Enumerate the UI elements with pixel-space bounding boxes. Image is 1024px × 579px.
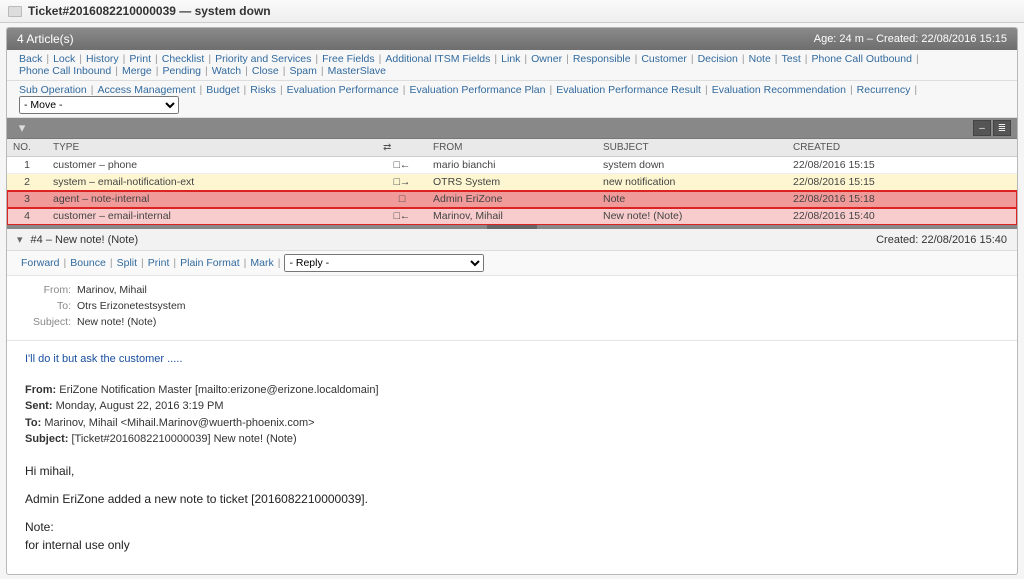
toolbar-watch[interactable]: Watch [208,65,245,77]
body-greeting: Hi mihail, [25,462,999,480]
article-action-bounce[interactable]: Bounce [66,257,110,269]
col-subject[interactable]: SUBJECT [597,139,787,157]
q-subj: [Ticket#2016082210000039] New note! (Not… [71,433,296,445]
grip-icon [487,225,537,229]
toolbar-responsible[interactable]: Responsible [569,53,635,65]
toolbar-checklist[interactable]: Checklist [158,53,209,65]
col-from[interactable]: FROM [427,139,597,157]
toolbar-sub-operation[interactable]: Sub Operation [15,84,91,96]
ticket-toolbar-1: Back | Lock | History | Print | Checklis… [7,50,1017,81]
filter-row: ▾ – ≣ [7,118,1017,139]
ticket-card: 4 Article(s) Age: 24 m – Created: 22/08/… [6,27,1018,575]
q-subj-lbl: Subject: [25,433,68,445]
q-to: Marinov, Mihail <Mihail.Marinov@wuerth-p… [44,417,314,429]
move-select[interactable]: - Move - [19,96,179,114]
article-count: 4 Article(s) [17,32,74,46]
toolbar-priority-and-services[interactable]: Priority and Services [211,53,315,65]
col-created[interactable]: CREATED [787,139,1017,157]
meta-from: Marinov, Mihail [77,284,147,296]
card-header: 4 Article(s) Age: 24 m – Created: 22/08/… [7,28,1017,50]
article-body: I'll do it but ask the customer ..... Fr… [7,341,1017,574]
article-action-mark[interactable]: Mark [246,257,277,269]
filter-icon[interactable]: ▾ [13,120,31,136]
meta-subject: New note! (Note) [77,316,156,328]
col-dir[interactable]: ⇄ [377,139,427,157]
toolbar-recurrency[interactable]: Recurrency [853,84,915,96]
collapse-button[interactable]: – [973,120,991,136]
window-title-text: Ticket#2016082210000039 — system down [28,4,271,18]
reply-select[interactable]: - Reply - [284,254,484,272]
toolbar-back[interactable]: Back [15,53,46,65]
toolbar-test[interactable]: Test [778,53,805,65]
toolbar-access-management[interactable]: Access Management [93,84,199,96]
toolbar-owner[interactable]: Owner [527,53,566,65]
q-from: EriZone Notification Master [mailto:eriz… [59,384,378,396]
meta-from-label: From: [21,284,71,296]
article-view-created: Created: 22/08/2016 15:40 [876,234,1007,246]
q-sent-lbl: Sent: [25,400,53,412]
q-sent: Monday, August 22, 2016 3:19 PM [56,400,224,412]
body-intro: I'll do it but ask the customer ..... [25,351,999,368]
article-action-split[interactable]: Split [113,257,141,269]
article-action-plain-format[interactable]: Plain Format [176,257,244,269]
articles-table: NO. TYPE ⇄ FROM SUBJECT CREATED 1custome… [7,139,1017,225]
toolbar-merge[interactable]: Merge [118,65,156,77]
toolbar-evaluation-performance-result[interactable]: Evaluation Performance Result [552,84,705,96]
table-row[interactable]: 1customer – phone□←mario bianchisystem d… [7,157,1017,174]
toolbar-decision[interactable]: Decision [694,53,742,65]
toolbar-customer[interactable]: Customer [637,53,691,65]
toolbar-phone-call-inbound[interactable]: Phone Call Inbound [15,65,115,77]
q-from-lbl: From: [25,384,56,396]
window-titlebar: Ticket#2016082210000039 — system down [0,0,1024,23]
toolbar-note[interactable]: Note [745,53,775,65]
body-note-body: for internal use only [25,538,130,552]
toolbar-pending[interactable]: Pending [158,65,205,77]
folder-icon [8,6,22,17]
list-view-button[interactable]: ≣ [993,120,1011,136]
article-toolbar: Forward | Bounce | Split | Print | Plain… [7,251,1017,276]
toolbar-evaluation-performance[interactable]: Evaluation Performance [283,84,403,96]
table-row[interactable]: 2system – email-notification-ext□→OTRS S… [7,174,1017,191]
age-created: Age: 24 m – Created: 22/08/2016 15:15 [814,33,1007,45]
splitter-bar[interactable] [7,225,1017,229]
chevron-down-icon[interactable]: ▾ [17,234,23,246]
table-row[interactable]: 3agent – note-internal□Admin EriZoneNote… [7,191,1017,208]
article-view-title: #4 – New note! (Note) [31,234,139,246]
article-action-forward[interactable]: Forward [17,257,64,269]
col-no[interactable]: NO. [7,139,47,157]
toolbar-evaluation-recommendation[interactable]: Evaluation Recommendation [708,84,850,96]
toolbar-phone-call-outbound[interactable]: Phone Call Outbound [808,53,916,65]
table-header-row: NO. TYPE ⇄ FROM SUBJECT CREATED [7,139,1017,157]
toolbar-lock[interactable]: Lock [49,53,79,65]
toolbar-history[interactable]: History [82,53,123,65]
toolbar-link[interactable]: Link [497,53,524,65]
toolbar-print[interactable]: Print [125,53,155,65]
quoted-header: From: EriZone Notification Master [mailt… [25,382,999,448]
toolbar-risks[interactable]: Risks [246,84,280,96]
toolbar-spam[interactable]: Spam [285,65,320,77]
article-action-print[interactable]: Print [144,257,174,269]
toolbar-evaluation-performance-plan[interactable]: Evaluation Performance Plan [405,84,549,96]
toolbar-free-fields[interactable]: Free Fields [318,53,379,65]
meta-to-label: To: [21,300,71,312]
toolbar-close[interactable]: Close [248,65,283,77]
body-line1: Admin EriZone added a new note to ticket… [25,490,999,508]
toolbar-masterslave[interactable]: MasterSlave [324,65,390,77]
table-row[interactable]: 4customer – email-internal□←Marinov, Mih… [7,208,1017,225]
toolbar-budget[interactable]: Budget [202,84,243,96]
meta-to: Otrs Erizonetestsystem [77,300,186,312]
article-view-header: ▾ #4 – New note! (Note) Created: 22/08/20… [7,229,1017,251]
col-type[interactable]: TYPE [47,139,377,157]
article-meta: From: Marinov, Mihail To: Otrs Erizonetest… [7,276,1017,341]
ticket-toolbar-2: Sub Operation | Access Management | Budg… [7,81,1017,118]
meta-subject-label: Subject: [21,316,71,328]
body-note-lbl: Note: [25,520,54,534]
q-to-lbl: To: [25,417,41,429]
toolbar-additional-itsm-fields[interactable]: Additional ITSM Fields [381,53,494,65]
